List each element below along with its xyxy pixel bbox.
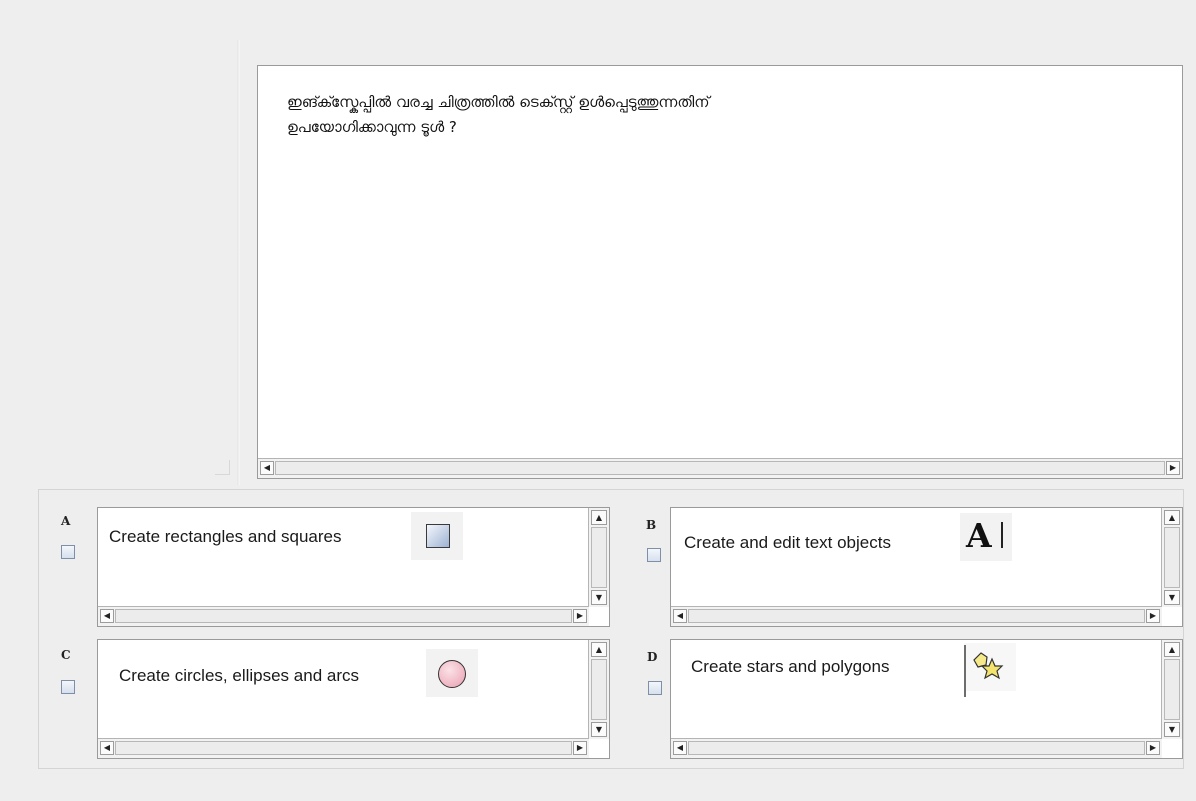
scroll-up-button[interactable]: ▲: [1164, 642, 1180, 657]
option-b-checkbox[interactable]: [647, 548, 661, 562]
option-d-text: Create stars and polygons: [691, 657, 890, 676]
scroll-track[interactable]: [591, 527, 607, 588]
scroll-down-button[interactable]: ▼: [591, 590, 607, 605]
option-a-text: Create rectangles and squares: [109, 527, 342, 546]
option-b-text: Create and edit text objects: [684, 533, 891, 552]
option-a-horizontal-scrollbar[interactable]: ◀ ▶: [98, 606, 589, 626]
question-text: ഇങ്ക്സ്കേപ്പിൽ വരച്ച ചിത്രത്തിൽ ടെക്സ്റ്…: [287, 93, 710, 136]
scroll-down-button[interactable]: ▼: [591, 722, 607, 737]
option-a-checkbox[interactable]: [61, 545, 75, 559]
scroll-track[interactable]: [688, 741, 1145, 755]
text-tool-icon: A: [960, 513, 1012, 561]
scroll-left-button[interactable]: ◀: [100, 609, 114, 623]
option-c-horizontal-scrollbar[interactable]: ◀ ▶: [98, 738, 589, 758]
options-panel: A Create rectangles and squares ▲ ▼ ◀ ▶ …: [38, 489, 1184, 769]
ellipse-tool-icon: [426, 649, 478, 697]
scroll-track[interactable]: [115, 741, 572, 755]
option-b-letter: B: [646, 518, 657, 532]
option-d-horizontal-scrollbar[interactable]: ◀ ▶: [671, 738, 1162, 758]
option-d-box[interactable]: Create stars and polygons ▲ ▼ ◀ ▶: [670, 639, 1183, 759]
option-b-box[interactable]: Create and edit text objects A ▲ ▼ ◀ ▶: [670, 507, 1183, 627]
question-horizontal-scrollbar[interactable]: ◀ ▶: [258, 458, 1182, 478]
scroll-track[interactable]: [1164, 659, 1180, 720]
scroll-down-button[interactable]: ▼: [1164, 722, 1180, 737]
star-polygon-tool-icon: [964, 643, 1016, 697]
scroll-right-button[interactable]: ▶: [1146, 741, 1160, 755]
option-a-vertical-scrollbar[interactable]: ▲ ▼: [588, 508, 609, 607]
scroll-left-button[interactable]: ◀: [673, 741, 687, 755]
option-a-box[interactable]: Create rectangles and squares ▲ ▼ ◀ ▶: [97, 507, 610, 627]
option-b-horizontal-scrollbar[interactable]: ◀ ▶: [671, 606, 1162, 626]
scroll-track[interactable]: [115, 609, 572, 623]
option-c-box[interactable]: Create circles, ellipses and arcs ▲ ▼ ◀ …: [97, 639, 610, 759]
scroll-track[interactable]: [688, 609, 1145, 623]
option-d-letter: D: [647, 650, 658, 664]
left-panel: [0, 0, 240, 485]
scroll-track[interactable]: [1164, 527, 1180, 588]
scroll-right-button[interactable]: ▶: [1146, 609, 1160, 623]
scroll-left-button[interactable]: ◀: [673, 609, 687, 623]
option-d-vertical-scrollbar[interactable]: ▲ ▼: [1161, 640, 1182, 739]
scroll-right-button[interactable]: ▶: [573, 741, 587, 755]
scroll-track[interactable]: [275, 461, 1165, 475]
rectangle-tool-icon: [411, 512, 463, 560]
text-tool-glyph: A: [966, 516, 992, 555]
faded-tab-strip: [258, 30, 598, 46]
scroll-up-button[interactable]: ▲: [1164, 510, 1180, 525]
resize-grip[interactable]: [215, 460, 230, 475]
option-c-letter: C: [61, 648, 71, 662]
option-d-checkbox[interactable]: [648, 681, 662, 695]
scroll-track[interactable]: [591, 659, 607, 720]
option-a-letter: A: [61, 514, 71, 528]
scroll-right-button[interactable]: ▶: [1166, 461, 1180, 475]
question-text-area[interactable]: ഇങ്ക്സ്കേപ്പിൽ വരച്ച ചിത്രത്തിൽ ടെക്സ്റ്…: [257, 65, 1183, 479]
scroll-right-button[interactable]: ▶: [573, 609, 587, 623]
scroll-down-button[interactable]: ▼: [1164, 590, 1180, 605]
option-c-text: Create circles, ellipses and arcs: [119, 666, 359, 685]
scroll-left-button[interactable]: ◀: [100, 741, 114, 755]
scroll-left-button[interactable]: ◀: [260, 461, 274, 475]
option-c-vertical-scrollbar[interactable]: ▲ ▼: [588, 640, 609, 739]
scroll-up-button[interactable]: ▲: [591, 642, 607, 657]
scroll-up-button[interactable]: ▲: [591, 510, 607, 525]
option-c-checkbox[interactable]: [61, 680, 75, 694]
option-b-vertical-scrollbar[interactable]: ▲ ▼: [1161, 508, 1182, 607]
